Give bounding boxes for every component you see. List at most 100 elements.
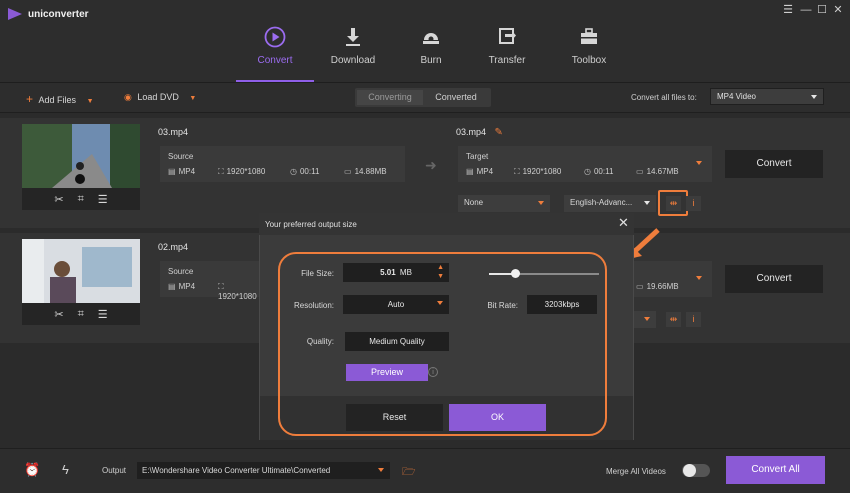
- audio-track-select[interactable]: English-Advanc...: [564, 195, 656, 212]
- tab-converting[interactable]: Converting: [357, 90, 423, 105]
- source-file-name: 03.mp4: [158, 127, 189, 137]
- target-label: Target: [466, 152, 489, 161]
- folder-icon: ▭: [344, 167, 352, 176]
- app-name: uniconverter: [28, 9, 89, 20]
- nav-transfer[interactable]: Transfer: [472, 24, 542, 80]
- lightning-icon[interactable]: ϟ: [62, 462, 69, 477]
- film-icon: ▤: [168, 282, 176, 291]
- source-resolution: ⛶1920*1080: [218, 282, 257, 301]
- source-file-name: 02.mp4: [158, 242, 189, 252]
- convert-all-button[interactable]: Convert All: [726, 456, 825, 484]
- nav-burn[interactable]: Burn: [396, 24, 466, 80]
- open-folder-icon[interactable]: 🗁: [402, 463, 416, 482]
- output-format-select[interactable]: MP4 Video: [710, 88, 824, 105]
- resolution-icon: ⛶: [218, 282, 224, 291]
- source-label: Source: [168, 152, 194, 161]
- chevron-down-icon: [644, 201, 650, 205]
- source-size: ▭ 14.88MB: [344, 167, 387, 176]
- compress-icon[interactable]: ⇹: [666, 196, 681, 211]
- target-duration: ◷ 00:11: [584, 167, 614, 176]
- target-file-name: 03.mp4 ✎: [456, 127, 503, 138]
- compress-icon[interactable]: ⇹: [666, 312, 681, 327]
- source-resolution: ⛶1920*1080: [218, 167, 266, 176]
- chevron-down-icon[interactable]: [696, 276, 702, 280]
- add-files-label: Add Files: [38, 95, 77, 105]
- chevron-down-icon: [811, 95, 817, 99]
- load-dvd-button[interactable]: ◉ Load DVD ▼: [124, 92, 196, 103]
- dvd-icon: ◉: [124, 92, 132, 102]
- resolution-icon: ⛶: [218, 167, 224, 176]
- folder-icon: ▭: [636, 167, 644, 176]
- alarm-clock-icon[interactable]: ⏰: [24, 462, 40, 478]
- output-label: Output: [102, 466, 127, 475]
- nav-toolbox[interactable]: Toolbox: [554, 24, 624, 80]
- folder-icon: ▭: [636, 282, 644, 291]
- minimize-icon[interactable]: —: [800, 4, 812, 16]
- close-icon[interactable]: ✕: [618, 215, 629, 231]
- video-thumbnail[interactable]: ✂ ⌗ ☰: [22, 124, 140, 210]
- thumbnail-tools: ✂ ⌗ ☰: [22, 188, 140, 210]
- audio-track-select[interactable]: [634, 311, 656, 328]
- target-size: ▭ 19.66MB: [636, 282, 679, 291]
- info-icon[interactable]: i: [686, 196, 701, 211]
- source-format: ▤ MP4: [168, 167, 196, 176]
- resolution-icon: ⛶: [514, 167, 520, 176]
- effects-icon[interactable]: ☰: [98, 193, 108, 206]
- crop-icon[interactable]: ⌗: [78, 193, 84, 206]
- source-format: ▤ MP4: [168, 282, 196, 291]
- target-info-panel[interactable]: ▭ 19.66MB: [634, 261, 712, 297]
- burn-icon: [423, 33, 439, 44]
- download-icon: [346, 28, 360, 46]
- info-icon[interactable]: i: [686, 312, 701, 327]
- convert-button[interactable]: Convert: [725, 265, 823, 293]
- video-thumbnail[interactable]: ✂ ⌗ ☰: [22, 239, 140, 325]
- nav-transfer-label: Transfer: [488, 55, 526, 66]
- trim-icon[interactable]: ✂: [54, 193, 63, 206]
- convert-button[interactable]: Convert: [725, 150, 823, 178]
- merge-videos-label: Merge All Videos: [606, 467, 666, 476]
- crop-icon[interactable]: ⌗: [78, 308, 84, 321]
- arrow-right-icon: ➜: [425, 157, 437, 173]
- convert-all-to-label: Convert all files to:: [631, 93, 697, 102]
- nav-convert-label: Convert: [257, 55, 293, 66]
- target-format: ▤ MP4: [466, 167, 494, 176]
- highlight-outline: [278, 252, 607, 436]
- maximize-icon[interactable]: ☐: [816, 4, 828, 16]
- plus-icon: +: [26, 92, 34, 106]
- source-info-panel: Source ▤ MP4 ⛶1920*1080: [160, 261, 260, 301]
- clock-icon: ◷: [584, 167, 591, 176]
- chevron-down-icon: ▼: [189, 95, 197, 102]
- chevron-down-icon[interactable]: [696, 161, 702, 165]
- app-logo: [8, 8, 22, 20]
- clock-icon: ◷: [290, 167, 297, 176]
- chevron-down-icon: [378, 468, 384, 472]
- effects-icon[interactable]: ☰: [98, 308, 108, 321]
- film-icon: ▤: [466, 167, 474, 176]
- tab-converted[interactable]: Converted: [423, 90, 489, 105]
- thumbnail-image: [22, 124, 140, 188]
- subtitle-select[interactable]: None: [458, 195, 550, 212]
- nav-convert[interactable]: Convert: [240, 24, 310, 80]
- target-info-panel[interactable]: Target ▤ MP4 ⛶ 1920*1080 ◷ 00:11 ▭ 14.67MB: [458, 146, 712, 182]
- load-dvd-label: Load DVD: [137, 92, 179, 102]
- transfer-icon: [499, 28, 516, 44]
- thumbnail-tools: ✂ ⌗ ☰: [22, 303, 140, 325]
- nav-burn-label: Burn: [420, 55, 442, 66]
- menu-icon[interactable]: ☰: [782, 4, 794, 16]
- output-path-select[interactable]: E:\Wondershare Video Converter Ultimate\…: [137, 462, 390, 479]
- target-resolution: ⛶ 1920*1080: [514, 167, 562, 176]
- trim-icon[interactable]: ✂: [54, 308, 63, 321]
- nav-toolbox-label: Toolbox: [571, 55, 607, 66]
- chevron-down-icon: [538, 201, 544, 205]
- close-window-icon[interactable]: ✕: [832, 4, 844, 16]
- dialog-title: Your preferred output size: [265, 220, 357, 229]
- nav-download-label: Download: [330, 55, 376, 66]
- nav-download[interactable]: Download: [318, 24, 388, 80]
- edit-icon[interactable]: ✎: [495, 127, 503, 138]
- source-info-panel: Source ▤ MP4 ⛶ 1920*1080 ◷ 00:11 ▭ 14.88MB: [160, 146, 405, 182]
- chevron-down-icon: [644, 317, 650, 321]
- source-label: Source: [168, 267, 194, 276]
- target-size: ▭ 14.67MB: [636, 167, 679, 176]
- toolbox-icon: [581, 28, 597, 44]
- add-files-button[interactable]: + Add Files ▼: [26, 92, 94, 106]
